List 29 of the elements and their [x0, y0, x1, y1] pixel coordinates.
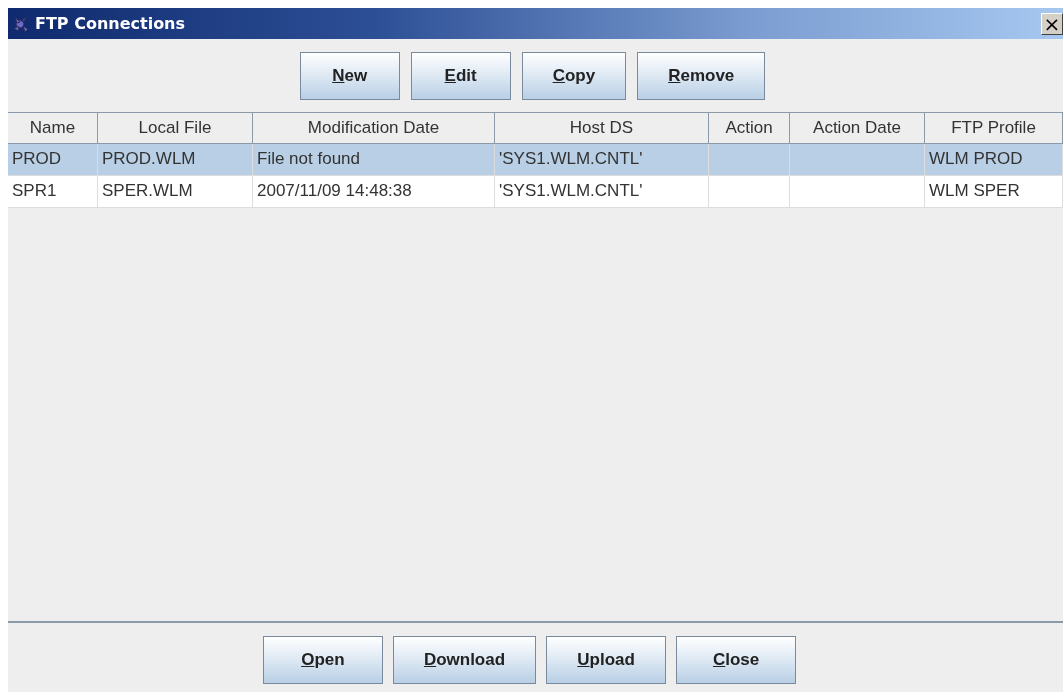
column-header[interactable]: Name	[8, 113, 98, 143]
close-button[interactable]: ×	[1041, 12, 1063, 35]
table-cell: 2007/11/09 14:48:38	[257, 181, 412, 200]
table-cell: 'SYS1.WLM.CNTL'	[499, 149, 643, 168]
table-row[interactable]: SPR1 SPER.WLM 2007/11/09 14:48:38 'SYS1.WLM.CNTL' WLM SPER	[8, 176, 1063, 208]
toolbar-button[interactable]: Remove	[637, 52, 766, 100]
column-header[interactable]: Local File	[98, 113, 253, 143]
dialog-button[interactable]: Download	[392, 636, 537, 684]
table-cell: WLM PROD	[929, 149, 1023, 168]
column-header[interactable]: Host DS	[495, 113, 709, 143]
column-header[interactable]: Action	[709, 113, 790, 143]
dialog-button[interactable]: Close	[676, 636, 797, 684]
toolbar-button[interactable]: Copy	[521, 52, 627, 100]
table-cell: PROD	[12, 149, 62, 168]
table-cell: 'SYS1.WLM.CNTL'	[499, 181, 643, 200]
table-cell: PROD.WLM	[102, 149, 196, 168]
dialog-button[interactable]: Upload	[546, 636, 667, 684]
table-cell: SPER.WLM	[102, 181, 193, 200]
table-row[interactable]: PROD PROD.WLM File not found 'SYS1.WLM.CNTL' WLM PROD	[8, 144, 1063, 176]
dialog-button[interactable]: Open	[262, 636, 383, 684]
column-header[interactable]: Modification Date	[253, 113, 495, 143]
column-header[interactable]: Action Date	[790, 113, 925, 143]
column-header[interactable]: FTP Profile	[925, 113, 1063, 143]
table-cell: SPR1	[12, 181, 57, 200]
table-cell: WLM SPER	[929, 181, 1020, 200]
toolbar-button[interactable]: New	[299, 52, 400, 100]
table-cell: File not found	[257, 149, 360, 168]
window-title: FTP Connections	[35, 14, 186, 33]
toolbar-button[interactable]: Edit	[410, 52, 511, 100]
